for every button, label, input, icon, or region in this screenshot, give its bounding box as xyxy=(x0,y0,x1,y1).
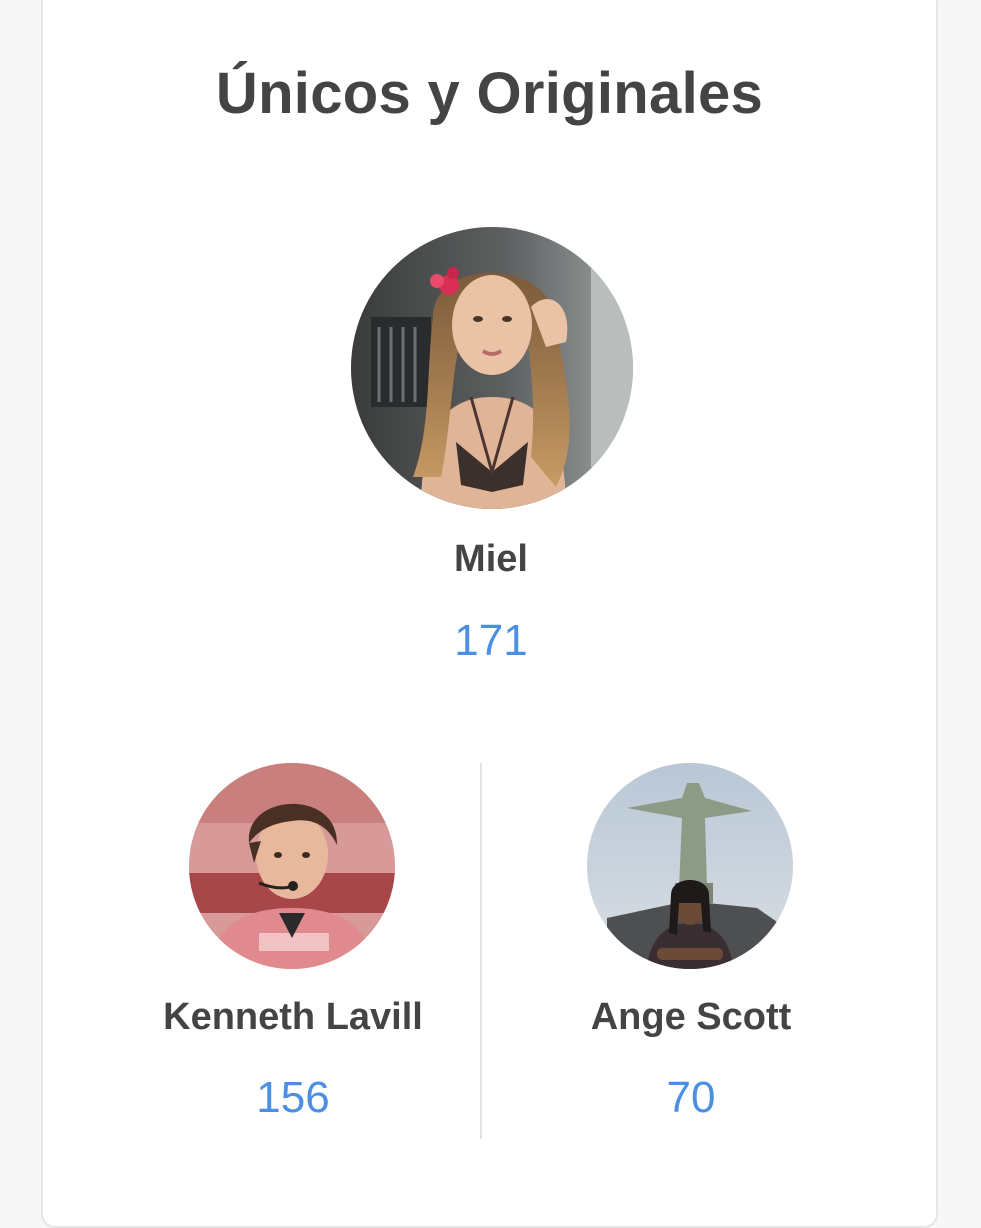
runner-2-count: 70 xyxy=(666,1073,716,1122)
runner-2-name[interactable]: Ange Scott xyxy=(461,996,921,1039)
runner-1-name[interactable]: Kenneth Lavill xyxy=(63,996,523,1039)
leader-name[interactable]: Miel xyxy=(291,538,691,581)
avatar-runner-1[interactable] xyxy=(189,763,395,969)
avatar-leader[interactable] xyxy=(351,227,633,509)
section-title: Únicos y Originales xyxy=(215,61,764,126)
avatar-runner-2[interactable] xyxy=(587,763,793,969)
runner-1-count: 156 xyxy=(256,1073,330,1122)
ranking-card: Únicos y Originales Miel 171 Kenneth Lav… xyxy=(41,0,938,1228)
leader-count: 171 xyxy=(454,616,528,665)
